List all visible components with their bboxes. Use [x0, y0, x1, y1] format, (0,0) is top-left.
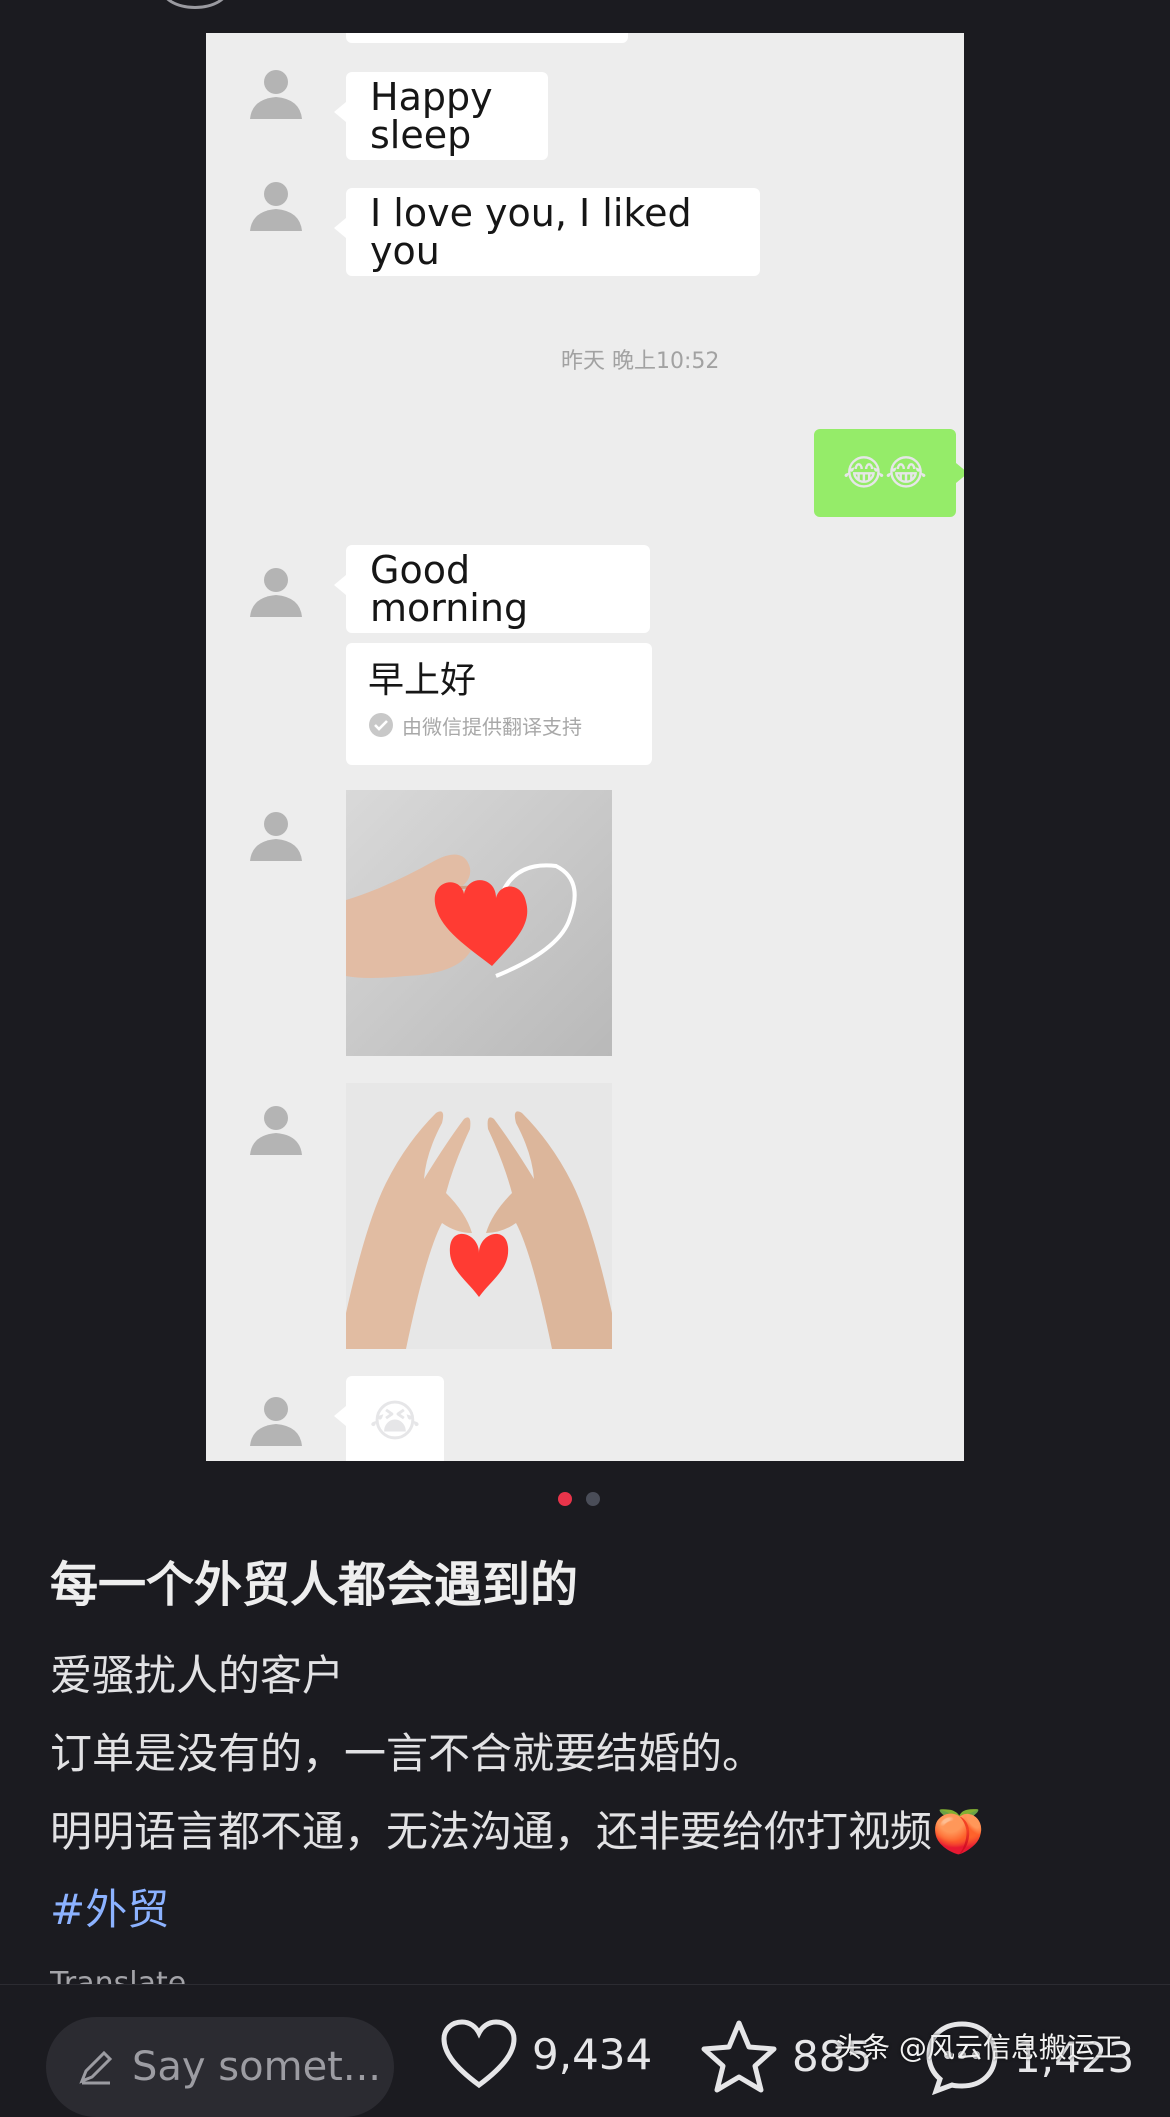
comment-placeholder: Say somet...: [132, 2044, 382, 2090]
pen-icon: [79, 2050, 113, 2085]
crying-emoji-bubble: 😭: [334, 1376, 444, 1461]
comment-input[interactable]: Say somet...: [46, 2017, 394, 2117]
default-avatar-icon: [250, 812, 302, 861]
laughing-emoji: 😂😂: [842, 452, 928, 494]
post-body-line: 订单是没有的，一言不合就要结婚的。: [50, 1729, 765, 1778]
default-avatar-icon: [250, 1106, 302, 1155]
translation-box: 早上好 由微信提供翻译支持: [346, 643, 652, 765]
message-text: Good morning: [370, 548, 529, 630]
message-bubble-partial: [346, 33, 628, 43]
crying-emoji: 😭: [369, 1395, 421, 1447]
translate-link[interactable]: Translate: [50, 1964, 186, 1986]
default-avatar-icon: [250, 1397, 302, 1446]
post-body-line: 爱骚扰人的客户: [50, 1651, 345, 1700]
message-bubble: Happy sleep: [334, 72, 548, 160]
chat-screenshot[interactable]: Happy sleep I love you, I liked you 昨天 晚…: [206, 33, 964, 1461]
like-count: 9,434: [532, 2029, 653, 2079]
check-circle-icon: [369, 713, 393, 738]
pager-dot-active[interactable]: [558, 1492, 572, 1506]
translated-text: 早上好: [368, 660, 477, 701]
top-avatar-edge: [160, 0, 230, 9]
hand-heart-photo[interactable]: [346, 790, 612, 1056]
watermark: 头条 @风云信息搬运工: [834, 2031, 1123, 2064]
message-timestamp: 昨天 晚上10:52: [561, 349, 720, 374]
message-bubble: I love you, I liked you: [334, 188, 760, 276]
star-icon: [701, 2020, 777, 2093]
post-title: 每一个外贸人都会遇到的: [50, 1557, 579, 1613]
sent-emoji-bubble: 😂😂: [814, 429, 964, 517]
default-avatar-icon: [250, 70, 302, 119]
post-body-line: 明明语言都不通，无法沟通，还非要给你打视频🍑: [50, 1807, 985, 1856]
default-avatar-icon: [250, 568, 302, 617]
message-text: Happy sleep: [370, 75, 493, 157]
heart-icon: [441, 2019, 517, 2089]
default-avatar-icon: [250, 182, 302, 231]
translation-note: 由微信提供翻译支持: [402, 714, 582, 739]
pager-dot[interactable]: [586, 1492, 600, 1506]
like-button[interactable]: 9,434: [440, 2019, 652, 2089]
two-hands-heart-photo[interactable]: [346, 1083, 612, 1349]
message-text: I love you, I liked you: [370, 191, 692, 273]
post-hashtag[interactable]: #外贸: [50, 1876, 169, 1937]
message-bubble: Good morning: [334, 545, 650, 633]
image-pager[interactable]: [558, 1492, 600, 1506]
